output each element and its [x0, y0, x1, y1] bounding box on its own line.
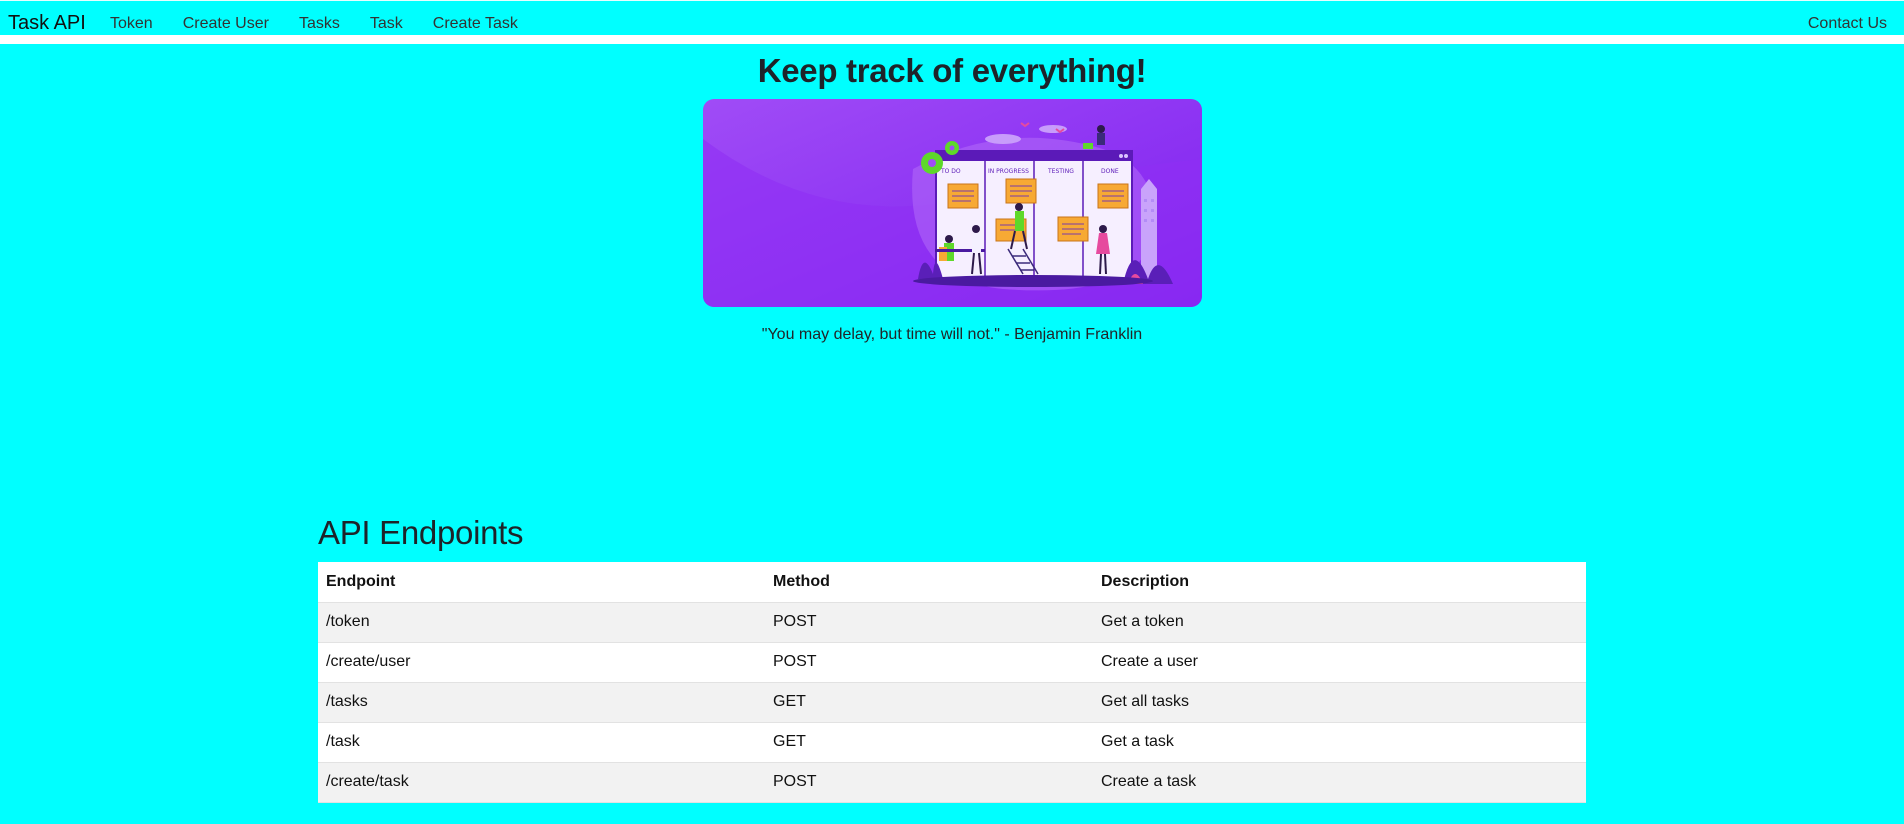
brand-link[interactable]: Task API [8, 12, 86, 35]
hero-title: Keep track of everything! [757, 52, 1147, 89]
nav-link-contact-us[interactable]: Contact Us [1808, 15, 1887, 33]
method-cell: POST [765, 602, 1093, 643]
table-row: /tasks GET Get all tasks [318, 682, 1586, 723]
nav-link-create-user[interactable]: Create User [183, 15, 269, 33]
endpoint-cell: /create/user [318, 642, 765, 683]
api-endpoints-title: API Endpoints [318, 514, 524, 551]
hero-image: TO DO IN PROGRESS TESTING DONE [703, 99, 1202, 307]
nav-link-task[interactable]: Task [370, 15, 403, 33]
table-row: /token POST Get a token [318, 602, 1586, 643]
table-header-row: Endpoint Method Description [318, 562, 1586, 603]
board-column-in-progress: IN PROGRESS [988, 168, 1029, 175]
nav-links: Token Create User Tasks Task Create Task [110, 15, 548, 33]
column-header-description: Description [1093, 562, 1586, 603]
endpoints-table: Endpoint Method Description /token POST … [318, 562, 1586, 803]
method-cell: GET [765, 722, 1093, 763]
method-cell: GET [765, 682, 1093, 723]
description-cell: Get a token [1093, 602, 1586, 643]
endpoint-cell: /task [318, 722, 765, 763]
column-header-method: Method [765, 562, 1093, 603]
board-column-done: DONE [1101, 168, 1119, 175]
description-cell: Create a user [1093, 642, 1586, 683]
endpoint-cell: /tasks [318, 682, 765, 723]
quote: "You may delay, but time will not." - Be… [761, 326, 1143, 343]
nav-link-tasks[interactable]: Tasks [299, 15, 340, 33]
board-column-todo: TO DO [940, 168, 961, 175]
column-header-endpoint: Endpoint [318, 562, 765, 603]
navbar: Task API Token Create User Tasks Task Cr… [0, 0, 1904, 44]
nav-link-create-task[interactable]: Create Task [433, 15, 518, 33]
description-cell: Create a task [1093, 762, 1586, 803]
table-row: /create/user POST Create a user [318, 642, 1586, 683]
board-column-testing: TESTING [1047, 168, 1074, 175]
endpoint-cell: /create/task [318, 762, 765, 803]
table-row: /create/task POST Create a task [318, 762, 1586, 803]
description-cell: Get all tasks [1093, 682, 1586, 723]
table-row: /task GET Get a task [318, 722, 1586, 763]
endpoint-cell: /token [318, 602, 765, 643]
method-cell: POST [765, 642, 1093, 683]
kanban-board-illustration-icon: TO DO IN PROGRESS TESTING DONE [703, 99, 1202, 307]
nav-link-token[interactable]: Token [110, 15, 153, 33]
method-cell: POST [765, 762, 1093, 803]
description-cell: Get a task [1093, 722, 1586, 763]
